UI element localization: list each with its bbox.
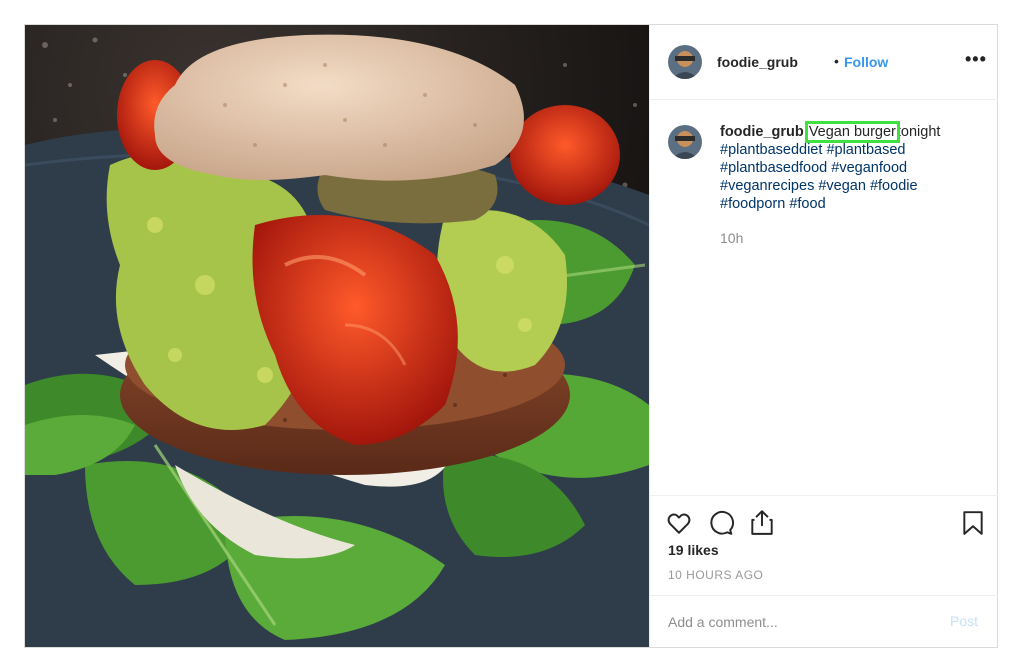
comment-input[interactable] bbox=[666, 610, 920, 634]
hashtag[interactable]: #plantbasedfood bbox=[720, 160, 827, 176]
hashtag[interactable]: #veganfood bbox=[831, 160, 907, 176]
share-icon[interactable] bbox=[749, 508, 775, 541]
post-sidebar: foodie_grub • Follow ••• foodie_grub Veg… bbox=[649, 25, 998, 647]
likes-count[interactable]: 19 likes bbox=[668, 542, 719, 558]
instagram-post: foodie_grub • Follow ••• foodie_grub Veg… bbox=[24, 24, 998, 648]
highlighted-text: Vegan burger bbox=[804, 121, 900, 143]
caption-body: tonight bbox=[896, 124, 941, 140]
hashtag[interactable]: #food bbox=[789, 196, 825, 212]
post-username[interactable]: foodie_grub bbox=[717, 54, 798, 70]
add-comment-bar: Post bbox=[650, 595, 998, 648]
hashtag[interactable]: #plantbaseddiet bbox=[720, 142, 822, 158]
caption-avatar[interactable] bbox=[668, 125, 702, 159]
post-header: foodie_grub • Follow ••• bbox=[650, 25, 998, 100]
post-button[interactable]: Post bbox=[950, 613, 978, 629]
heart-icon[interactable] bbox=[666, 510, 692, 541]
follow-button[interactable]: Follow bbox=[844, 54, 888, 70]
avatar[interactable] bbox=[668, 45, 702, 79]
separator-dot: • bbox=[834, 53, 839, 69]
caption-text: foodie_grub Vegan burgertonight #plantba… bbox=[720, 121, 980, 213]
hashtag[interactable]: #foodie bbox=[870, 178, 918, 194]
comment-icon[interactable] bbox=[708, 510, 734, 541]
hashtag[interactable]: #foodporn bbox=[720, 196, 785, 212]
caption-timestamp: 10h bbox=[720, 230, 744, 246]
more-options-icon[interactable]: ••• bbox=[965, 49, 987, 70]
hashtag[interactable]: #veganrecipes bbox=[720, 178, 814, 194]
caption-username[interactable]: foodie_grub bbox=[720, 124, 804, 140]
post-age: 10 HOURS AGO bbox=[668, 568, 764, 582]
bookmark-icon[interactable] bbox=[962, 510, 984, 541]
post-actions: 19 likes 10 HOURS AGO bbox=[650, 495, 998, 606]
hashtag[interactable]: #vegan bbox=[818, 178, 866, 194]
post-photo[interactable] bbox=[25, 25, 649, 647]
hashtag[interactable]: #plantbased bbox=[826, 142, 905, 158]
